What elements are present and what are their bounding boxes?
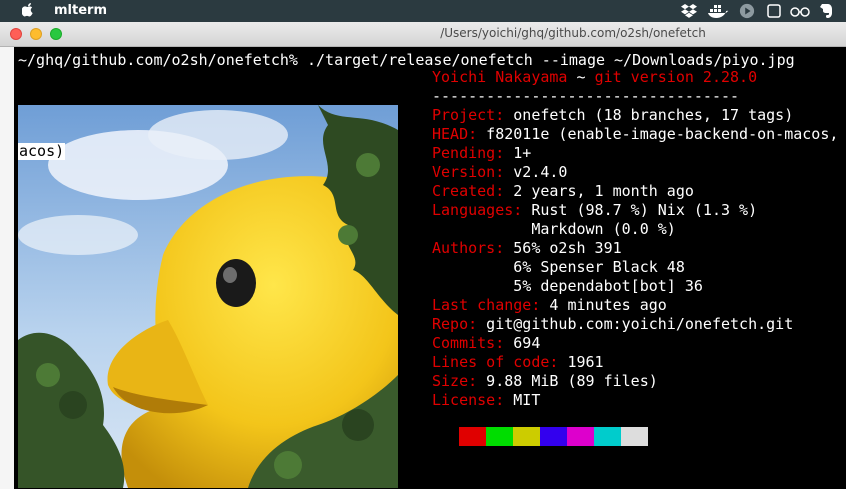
window-icon[interactable]	[767, 3, 781, 19]
info-value: f82011e (enable-image-backend-on-macos,	[477, 125, 839, 143]
info-rows: Project: onefetch (18 branches, 17 tags)…	[432, 106, 838, 410]
terminal-area[interactable]: ~/ghq/github.com/o2sh/onefetch% ./target…	[0, 47, 846, 489]
wrapped-text-fragment: acos)	[18, 142, 66, 160]
info-row: Size: 9.88 MiB (89 files)	[432, 372, 838, 391]
header-separator: ~	[567, 68, 595, 86]
info-value: 694	[504, 334, 541, 352]
info-key: Created:	[432, 182, 505, 200]
info-value: Markdown (0.0 %)	[432, 220, 676, 238]
window-title-bar[interactable]: /Users/yoichi/ghq/github.com/o2sh/onefet…	[0, 22, 846, 47]
info-value: 5% dependabot[bot] 36	[432, 277, 703, 295]
info-key: Version:	[432, 163, 505, 181]
info-value: 1+	[504, 144, 532, 162]
info-key: License:	[432, 391, 505, 409]
info-key: HEAD:	[432, 125, 478, 143]
info-value: 1961	[558, 353, 604, 371]
duck-image	[18, 105, 398, 488]
info-key: Size:	[432, 372, 478, 390]
color-swatch	[540, 427, 567, 446]
info-row: Version: v2.4.0	[432, 163, 838, 182]
info-row: Project: onefetch (18 branches, 17 tags)	[432, 106, 838, 125]
info-row: Commits: 694	[432, 334, 838, 353]
app-name[interactable]: mlterm	[54, 3, 107, 18]
menu-bar: mlterm	[0, 0, 846, 22]
color-swatch	[459, 427, 486, 446]
color-swatch	[486, 427, 513, 446]
info-row: Lines of code: 1961	[432, 353, 838, 372]
info-key: Authors:	[432, 239, 505, 257]
color-palette	[459, 427, 648, 446]
info-value: git@github.com:yoichi/onefetch.git	[477, 315, 794, 333]
info-row: Repo: git@github.com:yoichi/onefetch.git	[432, 315, 838, 334]
info-row: Authors: 56% o2sh 391	[432, 239, 838, 258]
onefetch-info: Yoichi Nakayama ~ git version 2.28.0 ---…	[432, 68, 838, 410]
info-row: Markdown (0.0 %)	[432, 220, 838, 239]
info-key: Last change:	[432, 296, 541, 314]
info-value: MIT	[504, 391, 541, 409]
info-value: 9.88 MiB (89 files)	[477, 372, 658, 390]
info-key: Lines of code:	[432, 353, 559, 371]
info-key: Commits:	[432, 334, 505, 352]
info-key: Project:	[432, 106, 505, 124]
info-row: License: MIT	[432, 391, 838, 410]
user-name: Yoichi Nakayama	[432, 68, 568, 86]
info-row: Pending: 1+	[432, 144, 838, 163]
info-value: 6% Spenser Black 48	[432, 258, 685, 276]
git-version: git version 2.28.0	[594, 68, 758, 86]
glasses-icon[interactable]	[789, 3, 811, 19]
info-value: onefetch (18 branches, 17 tags)	[504, 106, 794, 124]
info-key: Languages:	[432, 201, 523, 219]
window-title: /Users/yoichi/ghq/github.com/o2sh/onefet…	[440, 26, 706, 40]
info-value: 4 minutes ago	[540, 296, 667, 314]
apple-icon[interactable]	[22, 3, 34, 17]
info-row: Created: 2 years, 1 month ago	[432, 182, 838, 201]
info-key: Pending:	[432, 144, 505, 162]
info-value: Rust (98.7 %) Nix (1.3 %)	[522, 201, 758, 219]
info-rule: ----------------------------------	[432, 87, 740, 105]
info-value: v2.4.0	[504, 163, 568, 181]
info-value: 2 years, 1 month ago	[504, 182, 694, 200]
info-row: 5% dependabot[bot] 36	[432, 277, 838, 296]
color-swatch	[594, 427, 621, 446]
info-row: Last change: 4 minutes ago	[432, 296, 838, 315]
color-swatch	[621, 427, 648, 446]
info-row: 6% Spenser Black 48	[432, 258, 838, 277]
play-icon[interactable]	[738, 3, 756, 19]
info-key: Repo:	[432, 315, 478, 333]
dropbox-icon[interactable]	[680, 3, 698, 19]
color-swatch	[513, 427, 540, 446]
info-header: Yoichi Nakayama ~ git version 2.28.0	[432, 68, 838, 87]
info-row: HEAD: f82011e (enable-image-backend-on-m…	[432, 125, 838, 144]
docker-icon[interactable]	[707, 3, 729, 19]
info-row: Languages: Rust (98.7 %) Nix (1.3 %)	[432, 201, 838, 220]
terminal-left-margin	[0, 47, 14, 489]
evernote-icon[interactable]	[818, 3, 834, 19]
color-swatch	[567, 427, 594, 446]
info-value: 56% o2sh 391	[504, 239, 622, 257]
